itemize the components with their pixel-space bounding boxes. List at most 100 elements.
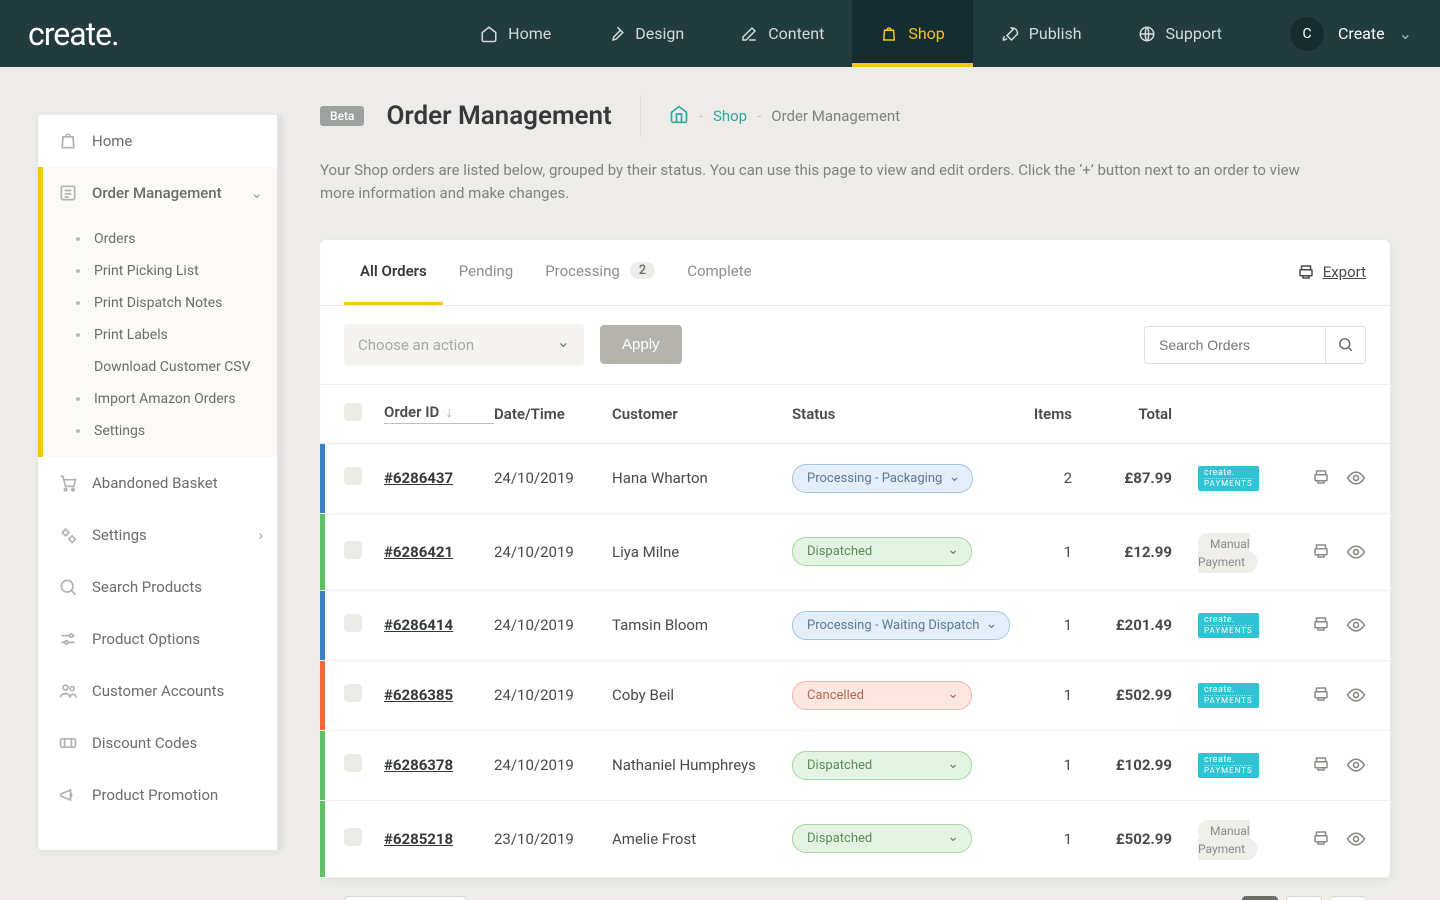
eye-icon[interactable] — [1346, 468, 1366, 488]
sidebar-subitem-orders[interactable]: Orders — [38, 223, 283, 255]
orders-card: All OrdersPendingProcessing2Complete Exp… — [320, 240, 1390, 878]
order-customer: Amelie Frost — [612, 830, 792, 848]
status-select[interactable]: Processing - Packaging — [792, 464, 973, 493]
nav-content[interactable]: Content — [712, 0, 852, 67]
bag-icon — [880, 25, 898, 43]
order-items: 1 — [1012, 616, 1072, 634]
print-icon[interactable] — [1312, 542, 1330, 560]
status-select[interactable]: Processing - Waiting Dispatch — [792, 611, 1010, 640]
status-select[interactable]: Dispatched — [792, 824, 972, 853]
page-next[interactable]: › — [1330, 896, 1366, 900]
col-customer[interactable]: Customer — [612, 405, 792, 423]
sidebar-item-product-options[interactable]: Product Options — [38, 613, 283, 665]
eye-icon[interactable] — [1346, 542, 1366, 562]
sort-desc-icon: ↓ — [445, 403, 453, 421]
order-id-link[interactable]: #6286414 — [384, 616, 453, 634]
print-icon[interactable] — [1312, 755, 1330, 773]
row-checkbox[interactable] — [344, 828, 362, 846]
print-icon[interactable] — [1312, 829, 1330, 847]
home-icon[interactable] — [669, 104, 689, 128]
status-select[interactable]: Dispatched — [792, 751, 972, 780]
col-order-id[interactable]: Order ID↓ — [384, 403, 494, 424]
search-button[interactable] — [1325, 327, 1365, 363]
order-customer: Liya Milne — [612, 543, 792, 561]
order-id-link[interactable]: #6286378 — [384, 756, 453, 774]
page-prev[interactable]: ‹ — [1286, 896, 1322, 900]
sidebar-item-product-promotion[interactable]: Product Promotion — [38, 769, 283, 821]
tab-all-orders[interactable]: All Orders — [344, 240, 443, 305]
search-icon — [1337, 336, 1354, 353]
nav-publish[interactable]: Publish — [973, 0, 1110, 67]
col-date[interactable]: Date/Time — [494, 405, 612, 423]
sidebar-subitem-print-labels[interactable]: Print Labels — [38, 319, 283, 351]
row-checkbox[interactable] — [344, 684, 362, 702]
sidebar-item-settings[interactable]: Settings› — [38, 509, 283, 561]
per-page-select[interactable]: 25 per page — [344, 896, 467, 900]
eye-icon[interactable] — [1346, 685, 1366, 705]
order-date: 24/10/2019 — [494, 616, 612, 634]
sidebar-item-order-management[interactable]: Order Management⌄ — [38, 167, 283, 219]
print-icon[interactable] — [1312, 615, 1330, 633]
nav-support[interactable]: Support — [1110, 0, 1250, 67]
page-1[interactable]: 1 — [1242, 896, 1278, 900]
breadcrumb-shop[interactable]: Shop — [713, 107, 747, 125]
order-items: 1 — [1012, 756, 1072, 774]
sidebar-item-home[interactable]: Home — [38, 115, 283, 167]
col-total[interactable]: Total — [1072, 405, 1172, 423]
tab-pending[interactable]: Pending — [443, 240, 529, 305]
order-id-link[interactable]: #6286421 — [384, 543, 453, 561]
export-link[interactable]: Export — [1297, 263, 1366, 281]
print-icon[interactable] — [1312, 468, 1330, 486]
nav-home[interactable]: Home — [452, 0, 579, 67]
sidebar-subitem-print-picking-list[interactable]: Print Picking List — [38, 255, 283, 287]
cart-icon — [58, 473, 78, 493]
row-checkbox[interactable] — [344, 614, 362, 632]
sidebar-item-abandoned-basket[interactable]: Abandoned Basket — [38, 457, 283, 509]
chevron-down-icon: ⌄ — [1399, 24, 1412, 43]
user-menu[interactable]: C Create ⌄ — [1290, 17, 1412, 51]
row-checkbox[interactable] — [344, 754, 362, 772]
tab-processing[interactable]: Processing2 — [529, 240, 671, 305]
row-checkbox[interactable] — [344, 467, 362, 485]
tab-complete[interactable]: Complete — [671, 240, 767, 305]
order-id-link[interactable]: #6286437 — [384, 469, 453, 487]
row-checkbox[interactable] — [344, 541, 362, 559]
nav-shop[interactable]: Shop — [852, 0, 972, 67]
order-date: 24/10/2019 — [494, 686, 612, 704]
eye-icon[interactable] — [1346, 755, 1366, 775]
breadcrumb: - Shop - Order Management — [669, 104, 900, 128]
pagination: 1 ‹ › — [1242, 896, 1366, 900]
search-input[interactable] — [1145, 327, 1325, 363]
status-select[interactable]: Dispatched — [792, 537, 972, 566]
table-header: Order ID↓ Date/Time Customer Status Item… — [320, 385, 1390, 444]
chevron-right-icon: › — [258, 526, 263, 544]
bulk-action-select[interactable]: Choose an action — [344, 324, 584, 366]
sidebar-item-discount-codes[interactable]: Discount Codes — [38, 717, 283, 769]
table-row: #628521823/10/2019Amelie FrostDispatched… — [320, 801, 1390, 878]
payment-badge-manual: Manual Payment — [1198, 533, 1257, 573]
sidebar-item-customer-accounts[interactable]: Customer Accounts — [38, 665, 283, 717]
sidebar-subitem-import-amazon-orders[interactable]: Import Amazon Orders — [38, 383, 283, 415]
eye-icon[interactable] — [1346, 615, 1366, 635]
sidebar-subitem-print-dispatch-notes[interactable]: Print Dispatch Notes — [38, 287, 283, 319]
col-items[interactable]: Items — [1012, 405, 1072, 423]
order-id-link[interactable]: #6285218 — [384, 830, 453, 848]
apply-button[interactable]: Apply — [600, 325, 682, 364]
sidebar-subitem-settings[interactable]: Settings — [38, 415, 283, 447]
sidebar-item-search-products[interactable]: Search Products — [38, 561, 283, 613]
status-stripe — [320, 731, 325, 800]
table-row: #628643724/10/2019Hana WhartonProcessing… — [320, 444, 1390, 514]
print-icon[interactable] — [1312, 685, 1330, 703]
col-status[interactable]: Status — [792, 405, 1012, 423]
nav-design[interactable]: Design — [579, 0, 712, 67]
order-id-link[interactable]: #6286385 — [384, 686, 453, 704]
status-select[interactable]: Cancelled — [792, 681, 972, 710]
eye-icon[interactable] — [1346, 829, 1366, 849]
select-all-checkbox[interactable] — [344, 403, 362, 421]
tabs: All OrdersPendingProcessing2Complete Exp… — [320, 240, 1390, 306]
avatar: C — [1290, 17, 1324, 51]
order-items: 1 — [1012, 830, 1072, 848]
tab-badge: 2 — [630, 262, 655, 279]
sidebar-subitem-download-customer-csv[interactable]: Download Customer CSV — [38, 351, 283, 383]
status-stripe — [320, 591, 325, 660]
